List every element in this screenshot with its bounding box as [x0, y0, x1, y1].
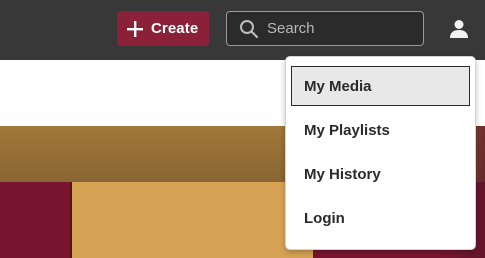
- menu-item-my-media[interactable]: My Media: [291, 66, 470, 106]
- create-button[interactable]: Create: [117, 11, 209, 46]
- plus-icon: [126, 20, 144, 38]
- create-button-label: Create: [151, 20, 199, 37]
- menu-item-my-playlists[interactable]: My Playlists: [291, 110, 470, 150]
- banner-tile-center: [70, 182, 313, 258]
- search-icon: [239, 19, 259, 39]
- search-box[interactable]: [226, 11, 424, 46]
- banner-tile-left: [0, 182, 70, 258]
- user-menu-button[interactable]: [448, 18, 470, 40]
- search-input[interactable]: [267, 20, 417, 37]
- user-icon: [448, 20, 470, 44]
- menu-item-my-history[interactable]: My History: [291, 154, 470, 194]
- user-dropdown-menu: My Media My Playlists My History Login: [285, 56, 476, 250]
- menu-item-login[interactable]: Login: [291, 198, 470, 238]
- top-header-bar: Create: [0, 0, 485, 60]
